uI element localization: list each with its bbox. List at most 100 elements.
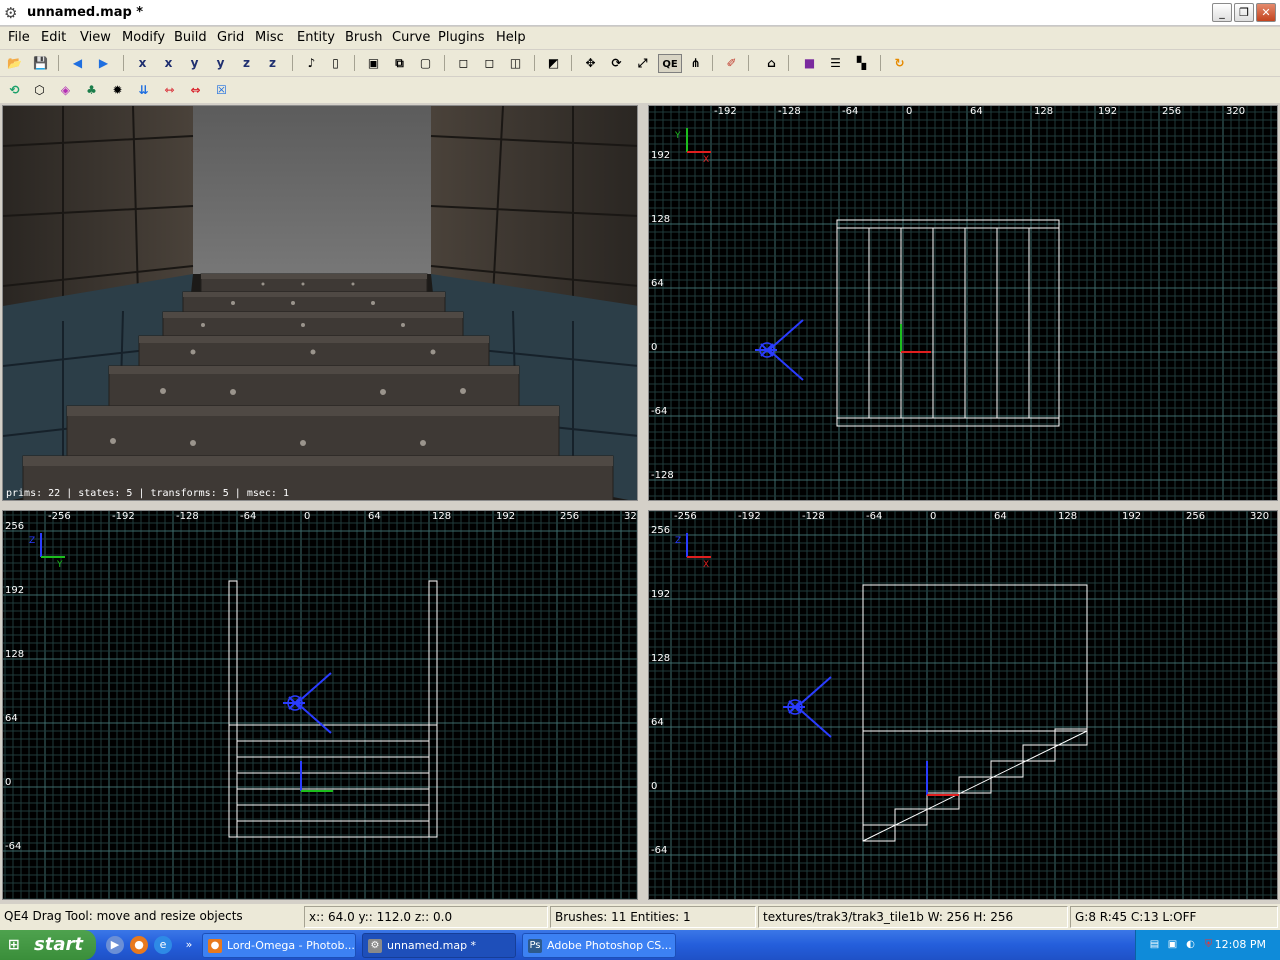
xz-front-view[interactable]: -256 -192 -128 -64 0 64 128 192 256 320 256 192 128 6… xyxy=(648,510,1278,900)
select-complete-tall-icon[interactable]: ♪ xyxy=(302,54,321,73)
no-draw-icon[interactable]: ☒ xyxy=(212,81,231,100)
save-icon[interactable]: 💾 xyxy=(31,54,50,73)
flip-y-icon[interactable]: y xyxy=(185,54,204,73)
vertex-edit-icon[interactable]: ⋔ xyxy=(686,54,705,73)
menu-file[interactable]: File xyxy=(8,30,30,45)
status-coordinates: x:: 64.0 y:: 112.0 z:: 0.0 xyxy=(304,906,548,928)
menu-entity[interactable]: Entity xyxy=(297,30,335,45)
x-tick-label: -192 xyxy=(112,511,135,522)
flip-x-icon[interactable]: x xyxy=(133,54,152,73)
status-texture: textures/trak3/trak3_tile1b W: 256 H: 25… xyxy=(758,906,1068,928)
flip-z-icon[interactable]: z xyxy=(237,54,256,73)
lighting-icon[interactable]: ⌂ xyxy=(762,54,781,73)
shader-icon[interactable]: ◈ xyxy=(56,81,75,100)
flip-red-icon[interactable]: ⇔ xyxy=(186,81,205,100)
rotate-x-icon[interactable]: x xyxy=(159,54,178,73)
menu-brush[interactable]: Brush xyxy=(345,30,383,45)
menu-edit[interactable]: Edit xyxy=(41,30,66,45)
translate-icon[interactable]: ✥ xyxy=(581,54,600,73)
camera-move-icon[interactable]: ◩ xyxy=(544,54,563,73)
media-player-icon[interactable]: ▶ xyxy=(106,936,124,954)
window-title: unnamed.map * xyxy=(27,5,144,20)
texture-view-icon[interactable]: ◻ xyxy=(480,54,499,73)
close-button[interactable]: ✕ xyxy=(1256,3,1276,22)
start-label: start xyxy=(34,934,83,955)
toolbar-separator xyxy=(354,55,355,71)
ie-icon[interactable]: e xyxy=(154,936,172,954)
scale-icon[interactable]: ⤢ xyxy=(633,54,652,73)
x-tick-label: 320 xyxy=(1226,106,1245,117)
refresh-icon[interactable]: ↻ xyxy=(890,54,909,73)
surface-icon[interactable]: ▚ xyxy=(852,54,871,73)
taskbar-button[interactable]: ● Lord-Omega - Photob... xyxy=(202,933,356,958)
camera-render xyxy=(3,106,637,500)
taskbar-button[interactable]: Ps Adobe Photoshop CS... xyxy=(522,933,676,958)
volume-icon[interactable]: ◐ xyxy=(1184,938,1197,951)
network-icon[interactable]: ▤ xyxy=(1148,938,1161,951)
camera-view[interactable]: prims: 22 | states: 5 | transforms: 5 | … xyxy=(2,105,638,501)
start-button[interactable]: ⊞ start xyxy=(0,930,96,960)
x-tick-label: 0 xyxy=(906,106,912,117)
firefox-icon[interactable]: ● xyxy=(130,936,148,954)
select-touching-icon[interactable]: ▯ xyxy=(326,54,345,73)
display-icon[interactable]: ▣ xyxy=(1166,938,1179,951)
y-tick-label: 256 xyxy=(651,525,670,536)
gear-icon: ⚙ xyxy=(368,939,382,953)
x-tick-label: 192 xyxy=(1122,511,1141,522)
entity-icon[interactable]: ■ xyxy=(800,54,819,73)
menu-misc[interactable]: Misc xyxy=(255,30,284,45)
csg-merge-icon[interactable]: ⧉ xyxy=(390,54,409,73)
minimize-button[interactable]: _ xyxy=(1212,3,1232,22)
quick-launch-more[interactable]: » xyxy=(180,936,198,954)
maximize-button[interactable]: ❐ xyxy=(1234,3,1254,22)
cubic-clip-icon[interactable]: ◫ xyxy=(506,54,525,73)
y-tick-label: 64 xyxy=(651,717,664,728)
menu-curve[interactable]: Curve xyxy=(392,30,430,45)
arrow-left-icon[interactable]: ◀ xyxy=(68,54,87,73)
csg-subtract-icon[interactable]: ▣ xyxy=(364,54,383,73)
x-tick-label: 128 xyxy=(1058,511,1077,522)
clock: 12:08 PM xyxy=(1214,938,1266,951)
axis-label-horizontal: Y xyxy=(56,560,63,570)
rotate-y-icon[interactable]: y xyxy=(211,54,230,73)
rotate-icon[interactable]: ⟳ xyxy=(607,54,626,73)
security-shield-icon[interactable]: ⛨ xyxy=(1202,938,1215,951)
tree-icon[interactable]: ♣ xyxy=(82,81,101,100)
taskbar-button[interactable]: ⚙ unnamed.map * xyxy=(362,933,516,958)
x-tick-label: -256 xyxy=(48,511,71,522)
menu-view[interactable]: View xyxy=(80,30,111,45)
toolbar-separator xyxy=(123,55,124,71)
render-stats: prims: 22 | states: 5 | transforms: 5 | … xyxy=(6,488,289,499)
x-tick-label: 256 xyxy=(560,511,579,522)
open-icon[interactable]: 📂 xyxy=(5,54,24,73)
qe-mode-icon[interactable]: QE xyxy=(658,54,682,73)
xy-grid: -192 -128 -64 0 64 128 192 256 320 192 128 64 0 -64 -1… xyxy=(649,106,1277,500)
properties-icon[interactable]: ☰ xyxy=(826,54,845,73)
toolbar-separator xyxy=(788,55,789,71)
y-tick-label: 64 xyxy=(651,278,664,289)
yz-side-view[interactable]: -256 -192 -128 -64 0 64 128 192 256 320 256 192 128 6… xyxy=(2,510,638,900)
x-tick-label: 192 xyxy=(1098,106,1117,117)
cycle-icon[interactable]: ⟲ xyxy=(5,81,24,100)
hexagon-icon[interactable]: ⬡ xyxy=(30,81,49,100)
firefox-icon: ● xyxy=(208,939,222,953)
mirror-icon[interactable]: ⇿ xyxy=(160,81,179,100)
y-tick-label: 64 xyxy=(5,713,18,724)
rotate-z-icon[interactable]: z xyxy=(263,54,282,73)
menu-help[interactable]: Help xyxy=(496,30,526,45)
merge-down-icon[interactable]: ⇊ xyxy=(134,81,153,100)
yz-grid: -256 -192 -128 -64 0 64 128 192 256 320 256 192 128 6… xyxy=(3,511,637,899)
hollow-icon[interactable]: ▢ xyxy=(416,54,435,73)
bug-icon[interactable]: ✹ xyxy=(108,81,127,100)
view-change-icon[interactable]: ◻ xyxy=(454,54,473,73)
patch-icon[interactable]: ✐ xyxy=(722,54,741,73)
grid-background xyxy=(3,511,637,899)
menu-plugins[interactable]: Plugins xyxy=(438,30,485,45)
xy-top-view[interactable]: -192 -128 -64 0 64 128 192 256 320 192 128 64 0 -64 -1… xyxy=(648,105,1278,501)
arrow-right-icon[interactable]: ▶ xyxy=(94,54,113,73)
menu-build[interactable]: Build xyxy=(174,30,207,45)
toolbar-separator xyxy=(292,55,293,71)
menu-grid[interactable]: Grid xyxy=(217,30,244,45)
menu-modify[interactable]: Modify xyxy=(122,30,165,45)
axis-label-vertical: Y xyxy=(674,131,681,141)
